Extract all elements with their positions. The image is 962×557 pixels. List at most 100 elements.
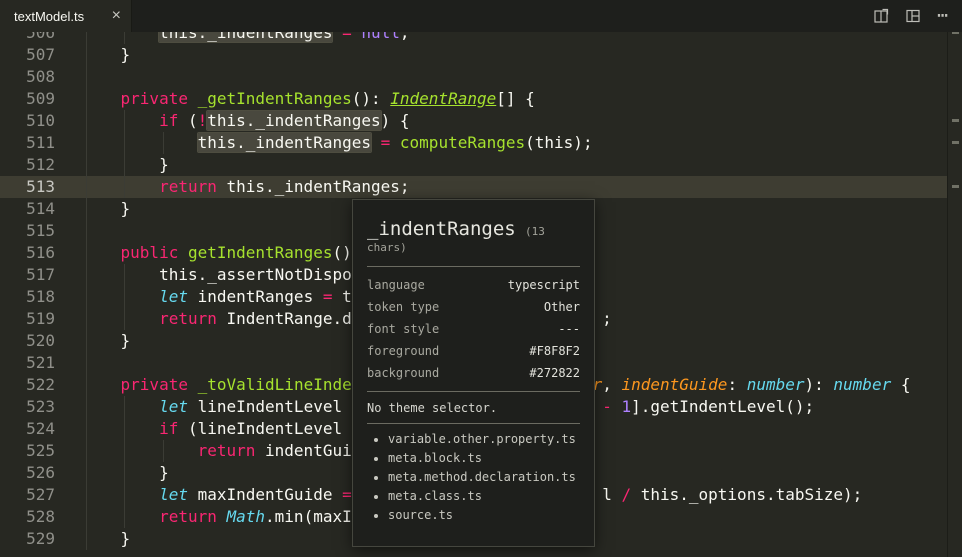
indent-guide	[124, 110, 125, 132]
tab-textmodel[interactable]: textModel.ts ×	[0, 0, 132, 32]
token-property-row: font style ---	[367, 318, 580, 340]
code-line-511[interactable]: 511 this._indentRanges = computeRanges(t…	[0, 132, 948, 154]
indent-guide	[124, 506, 125, 528]
code-token: ;	[602, 309, 612, 328]
code-token: =	[381, 133, 391, 152]
code-token: }	[121, 199, 131, 218]
editor-actions: ⋯	[873, 0, 962, 32]
line-number: 520	[0, 330, 82, 352]
code-token: public	[121, 243, 179, 262]
more-actions-icon[interactable]: ⋯	[937, 8, 948, 24]
indentation	[82, 177, 159, 196]
overview-mark	[952, 119, 959, 122]
indentation	[82, 309, 159, 328]
indentation	[82, 45, 121, 64]
occurrence-highlight-token: this._indentRanges	[159, 32, 332, 42]
theme-selector-note: No theme selector.	[367, 401, 580, 415]
indent-guide	[124, 176, 125, 198]
code-line-509[interactable]: 509 private _getIndentRanges(): IndentRa…	[0, 88, 948, 110]
code-token: }	[159, 463, 169, 482]
code-token: IndentRange.d	[217, 309, 352, 328]
code-line-512[interactable]: 512 }	[0, 154, 948, 176]
property-label: background	[367, 362, 439, 384]
code-token: IndentRange	[390, 89, 496, 108]
code-token: }	[159, 155, 169, 174]
indent-guide	[86, 286, 87, 308]
code-content: return this._indentRanges;	[82, 176, 948, 198]
indent-guide	[124, 132, 125, 154]
code-content: this._indentRanges = computeRanges(this)…	[82, 132, 948, 154]
widget-divider	[367, 423, 580, 424]
code-token: _getIndentRanges	[198, 89, 352, 108]
code-token: ) {	[381, 111, 410, 130]
code-token: t	[332, 287, 351, 306]
code-token: (this);	[525, 133, 592, 152]
occurrence-highlight-token: this._indentRanges	[207, 111, 380, 130]
code-content: if (!this._indentRanges) {	[82, 110, 948, 132]
indentation	[82, 375, 121, 394]
tab-bar: textModel.ts × ⋯	[0, 0, 962, 32]
code-token: 1	[621, 397, 631, 416]
code-token: !	[198, 111, 208, 130]
code-line-513[interactable]: 513 return this._indentRanges;	[0, 176, 948, 198]
property-label: token type	[367, 296, 439, 318]
line-number: 511	[0, 132, 82, 154]
code-token	[188, 375, 198, 394]
code-line-507[interactable]: 507 }	[0, 44, 948, 66]
overview-mark	[952, 32, 959, 34]
code-line-506[interactable]: 506 this._indentRanges = null;	[0, 32, 948, 44]
line-number: 519	[0, 308, 82, 330]
line-number: 525	[0, 440, 82, 462]
token-property-row: languagetypescript	[367, 274, 580, 296]
code-token: getIndentRanges	[188, 243, 333, 262]
indent-guide	[86, 396, 87, 418]
inspect-tokens-widget: _indentRanges (13 chars) languagetypescr…	[352, 199, 595, 547]
close-icon[interactable]: ×	[112, 8, 121, 24]
code-token: if	[159, 419, 178, 438]
indent-guide	[86, 308, 87, 330]
line-number: 529	[0, 528, 82, 550]
line-number: 513	[0, 176, 82, 198]
code-token: number	[747, 375, 805, 394]
code-line-508[interactable]: 508	[0, 66, 948, 88]
overview-mark	[952, 141, 959, 144]
property-label: language	[367, 274, 425, 296]
code-token: return	[159, 177, 217, 196]
indent-guide	[86, 198, 87, 220]
token-properties: languagetypescripttoken typeOtherfont st…	[367, 274, 580, 384]
code-content: }	[82, 44, 948, 66]
indentation	[82, 199, 121, 218]
scope-item: meta.block.ts	[388, 451, 580, 466]
code-content	[82, 66, 948, 88]
code-token: ].getIndentLevel();	[631, 397, 814, 416]
indentation	[82, 419, 159, 438]
indent-guide	[86, 154, 87, 176]
editor-layout-icon[interactable]	[905, 8, 921, 24]
split-editor-icon[interactable]	[873, 8, 889, 24]
indentation	[82, 89, 121, 108]
indent-guide	[124, 418, 125, 440]
code-content: }	[82, 154, 948, 176]
indent-guide	[124, 286, 125, 308]
line-number: 510	[0, 110, 82, 132]
code-content: this._indentRanges = null;	[82, 32, 948, 44]
code-token: if	[159, 111, 178, 130]
property-label: font style	[367, 318, 439, 340]
indent-guide	[124, 462, 125, 484]
editor-pane[interactable]: 506 this._indentRanges = null;507 }50850…	[0, 32, 962, 557]
code-token: indentGuide	[621, 375, 727, 394]
widget-divider	[367, 391, 580, 392]
indentation	[82, 397, 159, 416]
code-token: return	[159, 309, 217, 328]
property-value: #272822	[529, 362, 580, 384]
property-value: ---	[558, 318, 580, 340]
line-number: 516	[0, 242, 82, 264]
line-number: 507	[0, 44, 82, 66]
overview-ruler[interactable]	[947, 32, 962, 557]
token-property-row: foreground#F8F8F2	[367, 340, 580, 362]
tab-label: textModel.ts	[14, 9, 84, 24]
code-token: return	[198, 441, 256, 460]
code-token: private	[121, 375, 188, 394]
token-text: _indentRanges	[367, 218, 516, 240]
code-line-510[interactable]: 510 if (!this._indentRanges) {	[0, 110, 948, 132]
